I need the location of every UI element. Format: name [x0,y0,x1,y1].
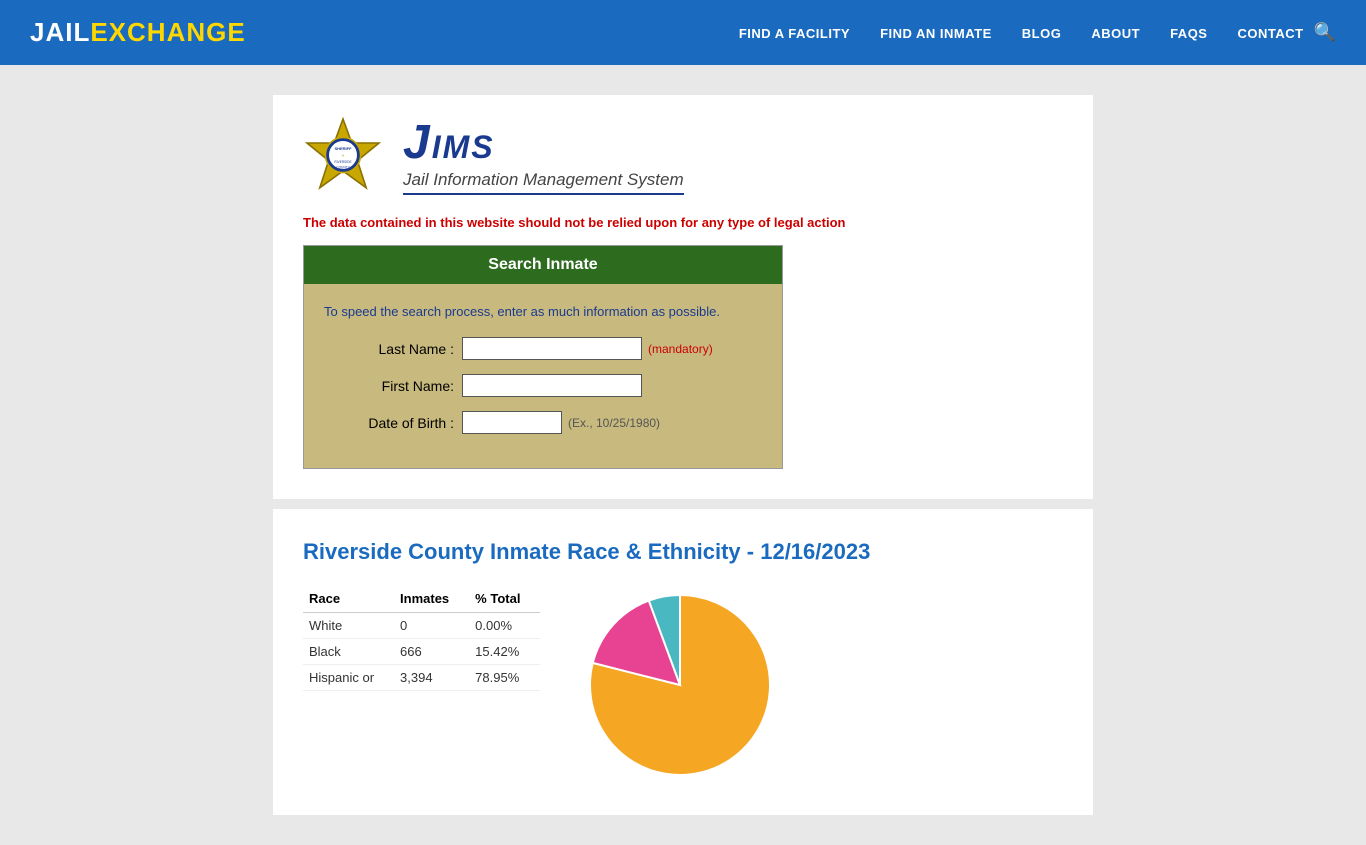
col-race: Race [303,585,394,613]
table-row: White 0 0.00% [303,613,540,639]
cell-race: Hispanic or [303,665,394,691]
mandatory-badge: (mandatory) [648,342,713,356]
nav-link-find-facility[interactable]: FIND A FACILITY [739,26,850,41]
cell-pct: 15.42% [469,639,540,665]
search-form-header: Search Inmate [304,246,782,284]
table-row: Black 666 15.42% [303,639,540,665]
svg-text:SHERIFF: SHERIFF [334,146,352,151]
cell-pct: 0.00% [469,613,540,639]
nav-link-blog[interactable]: BLOG [1022,26,1062,41]
first-name-label: First Name: [324,378,454,394]
dob-label: Date of Birth : [324,415,454,431]
cell-inmates: 3,394 [394,665,469,691]
navbar: JAILEXCHANGE FIND A FACILITY FIND AN INM… [0,0,1366,65]
nav-link-faqs[interactable]: FAQs [1170,26,1207,41]
disclaimer-text: The data contained in this website shoul… [303,215,1063,230]
jims-subtitle: Jail Information Management System [403,170,684,195]
svg-text:COUNTY: COUNTY [336,166,350,170]
stats-table: Race Inmates % Total White 0 0.00% Black… [303,585,540,691]
search-icon[interactable]: 🔍 [1314,22,1336,43]
nav-link-find-inmate[interactable]: FIND AN INMATE [880,26,992,41]
dob-row: Date of Birth : (Ex., 10/25/1980) [324,411,752,434]
search-hint: To speed the search process, enter as mu… [324,304,752,319]
brand-jail: JAIL [30,17,90,47]
svg-text:RIVERSIDE: RIVERSIDE [334,160,351,164]
stats-section: Riverside County Inmate Race & Ethnicity… [273,509,1093,815]
jims-logo: J IMS Jail Information Management System [403,115,684,195]
cell-inmates: 666 [394,639,469,665]
brand-logo[interactable]: JAILEXCHANGE [30,17,246,48]
nav-item-about[interactable]: ABOUT [1091,25,1140,41]
nav-item-find-inmate[interactable]: FIND AN INMATE [880,25,992,41]
nav-item-faqs[interactable]: FAQs [1170,25,1207,41]
dob-example: (Ex., 10/25/1980) [568,416,660,430]
first-name-row: First Name: [324,374,752,397]
header-section: SHERIFF ★ RIVERSIDE COUNTY J IMS Jail In… [273,95,1093,499]
col-inmates: Inmates [394,585,469,613]
last-name-row: Last Name : (mandatory) [324,337,752,360]
search-form-body: To speed the search process, enter as mu… [304,284,782,468]
nav-links: FIND A FACILITY FIND AN INMATE BLOG ABOU… [739,25,1304,41]
stats-layout: Race Inmates % Total White 0 0.00% Black… [303,585,1063,785]
last-name-label: Last Name : [324,341,454,357]
logo-area: SHERIFF ★ RIVERSIDE COUNTY J IMS Jail In… [303,115,1063,195]
cell-race: White [303,613,394,639]
table-row: Hispanic or 3,394 78.95% [303,665,540,691]
pie-chart-svg [580,585,780,785]
jims-j-letter: J [403,115,430,170]
nav-link-about[interactable]: ABOUT [1091,26,1140,41]
jims-ims-letters: IMS [432,129,495,166]
table-header-row: Race Inmates % Total [303,585,540,613]
nav-item-contact[interactable]: CONTACT [1237,25,1303,41]
sheriff-badge-icon: SHERIFF ★ RIVERSIDE COUNTY [303,115,383,195]
nav-item-blog[interactable]: BLOG [1022,25,1062,41]
last-name-input[interactable] [462,337,642,360]
page-wrapper: SHERIFF ★ RIVERSIDE COUNTY J IMS Jail In… [253,65,1113,845]
col-pct: % Total [469,585,540,613]
pie-chart [580,585,780,785]
stats-title: Riverside County Inmate Race & Ethnicity… [303,539,1063,565]
nav-item-find-facility[interactable]: FIND A FACILITY [739,25,850,41]
nav-link-contact[interactable]: CONTACT [1237,26,1303,41]
dob-input[interactable] [462,411,562,434]
first-name-input[interactable] [462,374,642,397]
cell-race: Black [303,639,394,665]
cell-inmates: 0 [394,613,469,639]
svg-text:★: ★ [342,154,345,158]
brand-exchange: EXCHANGE [90,17,245,47]
cell-pct: 78.95% [469,665,540,691]
search-form-container: Search Inmate To speed the search proces… [303,245,783,469]
